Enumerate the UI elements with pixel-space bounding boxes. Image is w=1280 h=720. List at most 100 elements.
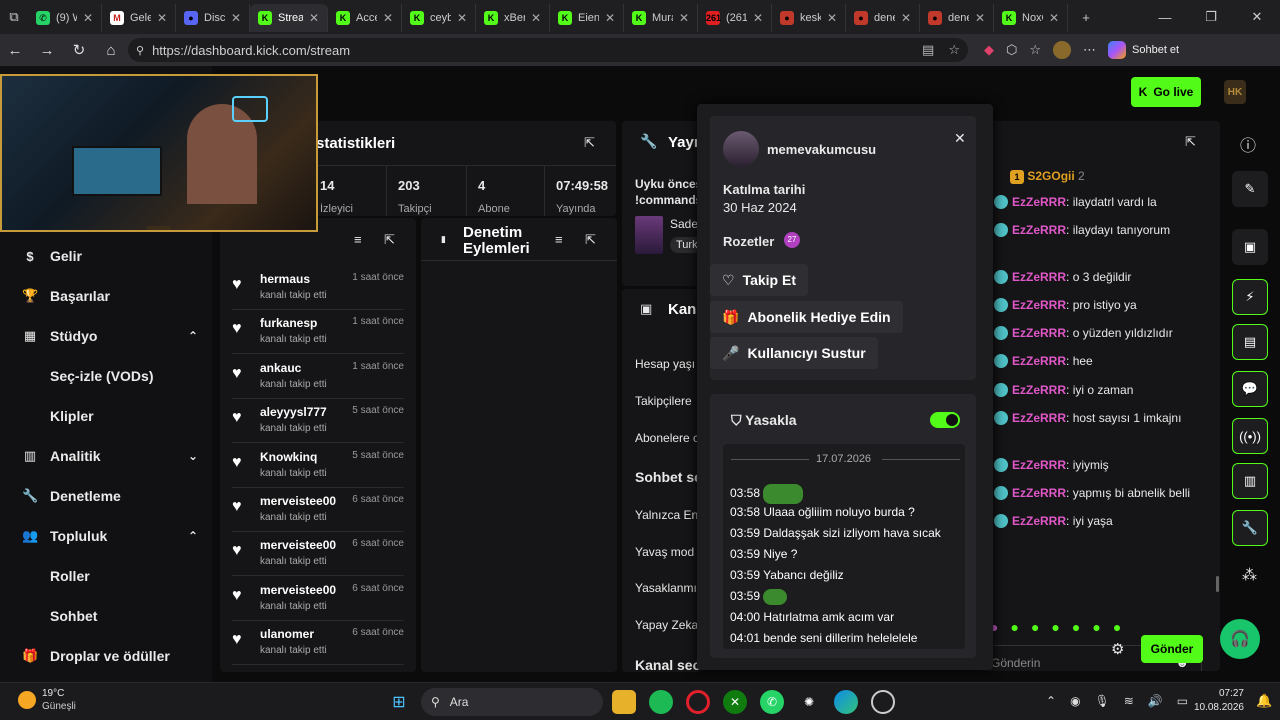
layout-icon[interactable]: ▥: [1232, 463, 1268, 499]
expand-icon[interactable]: ⇱: [384, 232, 395, 248]
chat-username[interactable]: EzZeRRR: [1012, 514, 1066, 528]
emote-icon[interactable]: ●: [1031, 619, 1039, 635]
chat-username[interactable]: EzZeRRR: [1012, 383, 1066, 397]
chevron-up-icon[interactable]: ⌃: [188, 529, 198, 543]
sidebar-item[interactable]: 🎁 Droplar ve ödüller: [22, 648, 198, 664]
tab-actions-icon[interactable]: ⧉: [0, 0, 28, 34]
info-icon[interactable]: ⓘ: [1240, 132, 1256, 156]
app-icon[interactable]: [871, 690, 895, 714]
follower-name[interactable]: Knowkinq: [260, 450, 317, 464]
opera-icon[interactable]: [686, 690, 710, 714]
follower-row[interactable]: ♥ merveistee00 kanalı takip etti 6 saat önc…: [232, 532, 404, 577]
go-live-button[interactable]: K Go live: [1131, 77, 1201, 107]
start-icon[interactable]: ⊞: [387, 690, 411, 714]
filter-icon[interactable]: ≡: [354, 232, 362, 247]
follower-name[interactable]: hermaus: [260, 272, 310, 286]
close-icon[interactable]: ✕: [954, 130, 966, 147]
sidebar-item[interactable]: 👥 Topluluk ⌃: [22, 528, 198, 544]
follower-row[interactable]: ♥ hermaus kanalı takip etti 1 saat önce: [232, 266, 404, 310]
emote-icon[interactable]: ●: [1113, 619, 1121, 635]
browser-tab[interactable]: K Eienat ✕: [550, 4, 624, 32]
tab-close-icon[interactable]: ✕: [231, 11, 241, 25]
wrench-icon[interactable]: 🔧: [1232, 510, 1268, 546]
chatgpt-icon[interactable]: ✺: [797, 690, 821, 714]
tab-close-icon[interactable]: ✕: [605, 11, 615, 25]
tab-close-icon[interactable]: ✕: [975, 11, 985, 25]
tab-close-icon[interactable]: ✕: [827, 11, 837, 25]
follower-name[interactable]: furkanesp: [260, 316, 317, 330]
more-menu-icon[interactable]: ⋯: [1083, 42, 1096, 58]
follow-button[interactable]: ♡ Takip Et: [710, 264, 808, 296]
chat-username[interactable]: EzZeRRR: [1012, 354, 1066, 368]
sidebar-subitem[interactable]: Seç-izle (VODs): [50, 368, 153, 384]
extensions-icon[interactable]: ⬡: [1006, 42, 1017, 58]
tab-close-icon[interactable]: ✕: [679, 11, 689, 25]
browser-tab[interactable]: ● dener ✕: [846, 4, 920, 32]
favorite-star-icon[interactable]: ☆: [948, 42, 960, 58]
chat-username[interactable]: EzZeRRR: [1012, 326, 1066, 340]
gift-sub-button[interactable]: 🎁 Abonelik Hediye Edin: [710, 301, 903, 333]
wifi-icon[interactable]: ≋: [1124, 694, 1134, 708]
whatsapp-icon[interactable]: ✆: [760, 690, 784, 714]
tab-close-icon[interactable]: ✕: [83, 11, 93, 25]
sidebar-subitem[interactable]: Sohbet: [50, 608, 97, 624]
browser-tab[interactable]: K Stream ✕: [250, 4, 328, 32]
emote-icon[interactable]: ●: [1010, 619, 1018, 635]
notes-icon[interactable]: ▤: [1232, 324, 1268, 360]
url-input[interactable]: ⚲ https://dashboard.kick.com/stream ▤ ☆: [128, 38, 968, 62]
sidebar-item[interactable]: $ Gelir: [22, 248, 198, 264]
popup-username[interactable]: memevakumcusu: [767, 142, 876, 157]
emote-icon[interactable]: ●: [1092, 619, 1100, 635]
clock[interactable]: 07:27 10.08.2026: [1192, 687, 1244, 715]
battery-icon[interactable]: ▭: [1177, 694, 1188, 708]
sidebar-item[interactable]: ▦ Stüdyo ⌃: [22, 328, 198, 344]
sidebar-item[interactable]: 🔧 Denetleme: [22, 488, 198, 504]
browser-tab[interactable]: K Murat ✕: [624, 4, 698, 32]
maximize-button[interactable]: ❐: [1188, 0, 1234, 34]
send-button[interactable]: Gönder: [1141, 635, 1203, 663]
follower-name[interactable]: aleyyysl777: [260, 405, 327, 419]
reader-icon[interactable]: ▤: [922, 42, 934, 58]
browser-tab[interactable]: KxBerk ✕: [476, 4, 550, 32]
broadcast-icon[interactable]: ((•)): [1232, 418, 1268, 454]
chat-bubble-icon[interactable]: 💬: [1232, 371, 1268, 407]
xbox-icon[interactable]: ✕: [723, 690, 747, 714]
chevron-up-icon[interactable]: ⌃: [1046, 694, 1056, 708]
profile-icon[interactable]: [1053, 41, 1072, 59]
user-avatar[interactable]: [723, 131, 759, 167]
browser-tab[interactable]: M Gelen ✕: [102, 4, 176, 32]
sidebar-subitem[interactable]: Roller: [50, 568, 90, 584]
sidebar-subitem[interactable]: Klipler: [50, 408, 94, 424]
expand-icon[interactable]: ⇱: [584, 135, 595, 151]
browser-tab[interactable]: Kceybi ✕: [402, 4, 476, 32]
browser-tab[interactable]: K NoxQ ✕: [994, 4, 1068, 32]
tab-close-icon[interactable]: ✕: [901, 11, 911, 25]
file-explorer-icon[interactable]: [612, 690, 636, 714]
support-button[interactable]: 🎧: [1220, 619, 1260, 659]
tab-close-icon[interactable]: ✕: [753, 11, 763, 25]
microphone-icon[interactable]: 🎙: [1095, 694, 1110, 708]
new-tab-button[interactable]: +: [1072, 0, 1100, 34]
ban-toggle[interactable]: [930, 412, 960, 428]
weather-widget[interactable]: 19°C Güneşli: [18, 687, 76, 713]
chat-username[interactable]: EzZeRRR: [1012, 486, 1066, 500]
filter-icon[interactable]: ≡: [555, 232, 563, 247]
emote-icon[interactable]: ●: [1072, 619, 1080, 635]
apps-icon[interactable]: ⁂: [1242, 566, 1257, 584]
close-window-button[interactable]: ✕: [1234, 0, 1280, 34]
volume-icon[interactable]: 🔊: [1148, 694, 1163, 708]
follower-row[interactable]: ♥ aleyyysl777 kanalı takip etti 5 saat önce: [232, 399, 404, 444]
follower-row[interactable]: ♥ ulanomer kanalı takip etti 6 saat önce: [232, 621, 404, 666]
sidebar-item[interactable]: 🏆 Başarılar: [22, 288, 198, 304]
edit-icon[interactable]: ✎: [1232, 171, 1268, 207]
copilot-button[interactable]: Sohbet et: [1108, 41, 1179, 59]
spotify-icon[interactable]: [649, 690, 673, 714]
chat-username[interactable]: EzZeRRR: [1012, 411, 1066, 425]
refresh-icon[interactable]: ↻: [64, 36, 94, 64]
lightning-icon[interactable]: ⚡: [1232, 279, 1268, 315]
tab-close-icon[interactable]: ✕: [1049, 11, 1059, 25]
chat-username[interactable]: EzZeRRR: [1012, 270, 1066, 284]
scrollbar[interactable]: [1216, 576, 1219, 592]
follower-name[interactable]: merveistee00: [260, 538, 336, 552]
browser-tab[interactable]: 261 (261) I ✕: [698, 4, 772, 32]
